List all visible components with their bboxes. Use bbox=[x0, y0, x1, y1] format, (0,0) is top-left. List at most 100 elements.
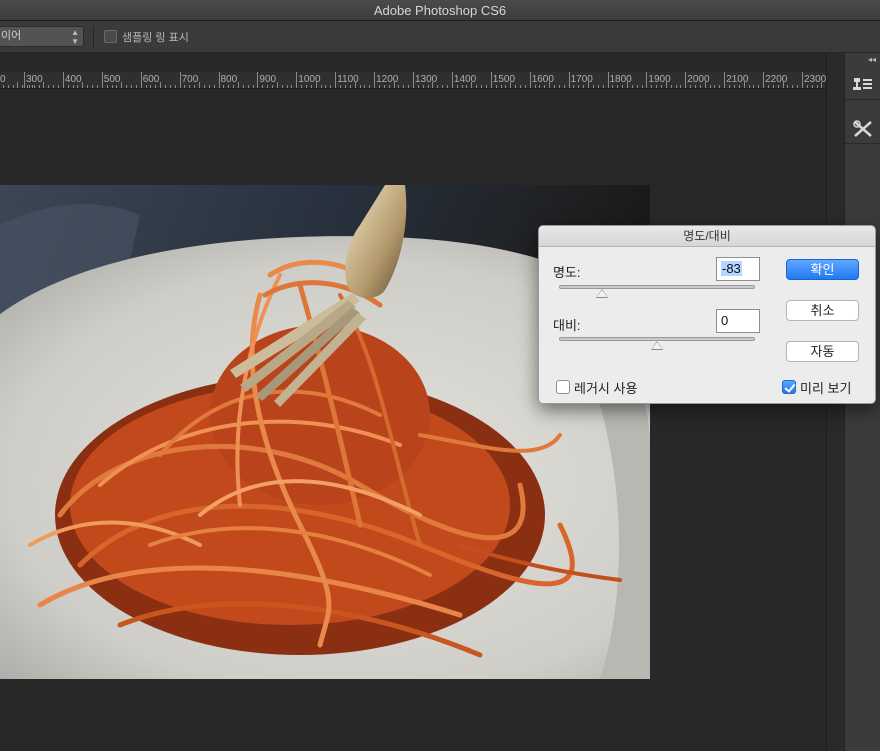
ruler-minor-tick bbox=[622, 85, 624, 88]
auto-button[interactable]: 자동 bbox=[786, 341, 859, 362]
ruler-minor-tick bbox=[398, 85, 400, 88]
ruler-label: 1500 bbox=[492, 74, 516, 85]
ruler-minor-tick bbox=[130, 85, 132, 88]
ruler-minor-tick bbox=[344, 85, 346, 88]
brightness-slider-track[interactable] bbox=[559, 285, 755, 289]
options-bar: 이어 ▲ ▼ 샘플링 링 표시 bbox=[0, 21, 880, 53]
ruler-minor-tick bbox=[393, 82, 395, 88]
ruler-minor-tick bbox=[461, 85, 463, 88]
ruler-minor-tick bbox=[729, 85, 731, 88]
clone-source-button[interactable] bbox=[845, 70, 880, 100]
ruler-minor-tick bbox=[126, 85, 128, 88]
ruler-major-tick bbox=[179, 72, 181, 88]
ruler-minor-tick bbox=[281, 85, 283, 88]
ruler-minor-tick bbox=[660, 85, 662, 88]
ruler-minor-tick bbox=[262, 85, 264, 88]
preview-label: 미리 보기 bbox=[800, 381, 852, 396]
ruler-minor-tick bbox=[160, 82, 162, 88]
ruler-minor-tick bbox=[310, 85, 312, 88]
ok-button[interactable]: 확인 bbox=[786, 259, 859, 280]
horizontal-ruler[interactable]: 0 300 400 500 600 700 800 900 1000 1100 1200 1300 14… bbox=[0, 72, 826, 89]
ruler-minor-tick bbox=[690, 85, 692, 88]
ruler-minor-tick bbox=[748, 85, 750, 88]
ruler-minor-tick bbox=[135, 85, 137, 88]
ruler-minor-tick bbox=[432, 82, 434, 88]
ruler-minor-tick bbox=[471, 82, 473, 88]
sample-layer-select[interactable]: 이어 ▲ ▼ bbox=[0, 26, 84, 47]
ruler-label: 400 bbox=[64, 74, 82, 85]
ruler-minor-tick bbox=[271, 85, 273, 88]
ruler-minor-tick bbox=[17, 82, 19, 88]
ruler-minor-tick bbox=[738, 85, 740, 88]
ruler-minor-tick bbox=[306, 85, 308, 88]
ruler-major-tick bbox=[646, 72, 648, 88]
cancel-button[interactable]: 취소 bbox=[786, 300, 859, 321]
use-legacy-checkbox[interactable] bbox=[556, 380, 570, 394]
ruler-minor-tick bbox=[733, 85, 735, 88]
ruler-minor-tick bbox=[588, 82, 590, 88]
ruler-minor-tick bbox=[165, 85, 166, 88]
ruler-minor-tick bbox=[626, 82, 628, 88]
ruler-minor-tick bbox=[767, 85, 769, 88]
ruler-minor-tick bbox=[340, 85, 342, 88]
ruler-minor-tick bbox=[427, 85, 429, 88]
ruler-minor-tick bbox=[378, 85, 380, 88]
tool-presets-button[interactable] bbox=[845, 114, 880, 144]
ruler-minor-tick bbox=[53, 85, 55, 88]
ruler-label: 1400 bbox=[453, 74, 477, 85]
contrast-slider-thumb[interactable] bbox=[651, 341, 663, 350]
ruler-minor-tick bbox=[354, 82, 356, 88]
ruler-minor-tick bbox=[111, 85, 113, 88]
preview-checkbox[interactable] bbox=[782, 380, 796, 394]
brightness-contrast-dialog: 명도/대비 명도: -83 대비: 0 확인 취소 자동 레거시 사용 미리 보… bbox=[538, 225, 876, 404]
ruler-label: 1200 bbox=[376, 74, 399, 85]
dialog-title-bar[interactable]: 명도/대비 bbox=[539, 226, 875, 247]
contrast-input[interactable]: 0 bbox=[716, 309, 760, 333]
ruler-minor-tick bbox=[772, 85, 774, 88]
ruler-major-tick bbox=[451, 72, 453, 88]
ruler-major-tick bbox=[335, 72, 337, 88]
ruler-minor-tick bbox=[349, 85, 351, 88]
ruler-minor-tick bbox=[515, 85, 517, 88]
ruler-minor-tick bbox=[714, 85, 716, 88]
ruler-label: 1300 bbox=[415, 74, 438, 85]
ruler-major-tick bbox=[490, 72, 492, 88]
ruler-major-tick bbox=[802, 72, 803, 88]
ruler-minor-tick bbox=[534, 85, 536, 88]
ruler-minor-tick bbox=[145, 85, 147, 88]
sample-ring-checkbox[interactable] bbox=[104, 30, 117, 43]
ruler-minor-tick bbox=[43, 82, 45, 88]
ruler-major-tick bbox=[218, 72, 220, 88]
ruler-minor-tick bbox=[670, 85, 672, 88]
ruler-minor-tick bbox=[150, 85, 152, 88]
ruler-minor-tick bbox=[466, 85, 468, 88]
ruler-minor-tick bbox=[291, 85, 293, 88]
ruler-minor-tick bbox=[437, 85, 439, 88]
ruler-label: 1800 bbox=[609, 74, 632, 85]
ruler-minor-tick bbox=[155, 85, 157, 88]
ruler-minor-tick bbox=[447, 85, 449, 88]
ruler-minor-tick bbox=[422, 85, 424, 88]
ruler-minor-tick bbox=[325, 85, 327, 88]
ruler-minor-tick bbox=[505, 85, 507, 88]
ruler-minor-tick bbox=[806, 85, 808, 88]
collapse-panels-icon[interactable]: ◂◂ bbox=[868, 55, 876, 64]
ruler-minor-tick bbox=[213, 85, 215, 88]
ruler-minor-tick bbox=[315, 82, 317, 88]
ruler-minor-tick bbox=[92, 85, 94, 88]
ruler-minor-tick bbox=[121, 82, 123, 88]
ruler-label: 2200 bbox=[765, 74, 788, 85]
select-arrows-icon: ▲ ▼ bbox=[71, 28, 79, 46]
ruler-minor-tick bbox=[743, 82, 745, 88]
ruler-minor-tick bbox=[797, 85, 799, 88]
ruler-minor-tick bbox=[2, 85, 4, 88]
sample-layer-value: 이어 bbox=[1, 30, 22, 42]
ruler-minor-tick bbox=[82, 82, 84, 88]
clone-source-icon bbox=[853, 78, 872, 90]
ruler-minor-tick bbox=[228, 85, 230, 88]
brightness-input[interactable]: -83 bbox=[716, 257, 760, 281]
ruler-minor-tick bbox=[656, 85, 658, 88]
ruler-minor-tick bbox=[364, 85, 366, 88]
brightness-slider-thumb[interactable] bbox=[596, 289, 609, 298]
ruler-minor-tick bbox=[320, 85, 322, 88]
